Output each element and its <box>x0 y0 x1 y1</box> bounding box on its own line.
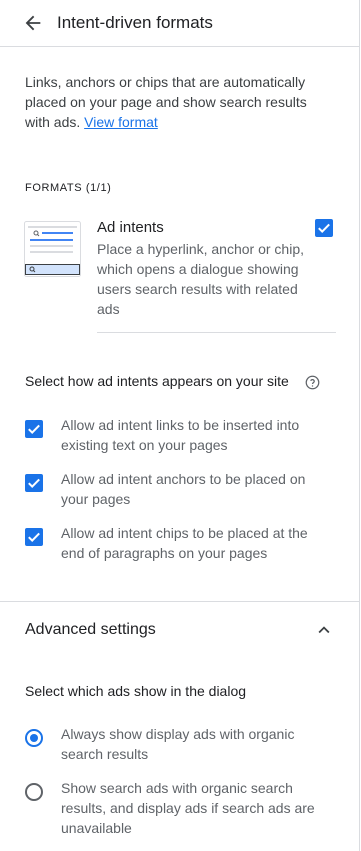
advanced-settings-title: Advanced settings <box>25 621 156 638</box>
checkmark-icon <box>28 532 40 543</box>
allow-anchors-label: Allow ad intent anchors to be placed on … <box>61 471 306 507</box>
checkmark-icon <box>28 478 40 489</box>
settings-panel: Intent-driven formats Links, anchors or … <box>0 0 360 851</box>
ad-intent-preview-icon <box>24 221 81 277</box>
page-title: Intent-driven formats <box>57 13 213 32</box>
allow-chips-checkbox[interactable] <box>25 528 43 546</box>
format-title-ad-intents: Ad intents <box>97 219 164 236</box>
formats-count-label: FORMATS (1/1) <box>25 182 112 194</box>
intro-text: Links, anchors or chips that are automat… <box>25 74 307 130</box>
ads-dialog-heading: Select which ads show in the dialog <box>25 683 247 699</box>
format-description: Place a hyperlink, anchor or chip, which… <box>97 241 304 317</box>
appearance-heading: Select how ad intents appears on your si… <box>25 373 289 389</box>
panel-header: Intent-driven formats <box>0 0 360 47</box>
search-ads-label: Show search ads with organic search resu… <box>61 780 315 836</box>
allow-chips-label: Allow ad intent chips to be placed at th… <box>61 525 308 561</box>
arrow-back-icon[interactable] <box>22 12 44 34</box>
display-ads-label: Always show display ads with organic sea… <box>61 726 295 762</box>
advanced-settings-toggle[interactable]: Advanced settings <box>0 602 360 656</box>
allow-links-checkbox[interactable] <box>25 420 43 438</box>
display-ads-radio[interactable] <box>25 729 43 747</box>
chevron-up-icon <box>318 626 330 634</box>
checkmark-icon <box>318 223 330 234</box>
view-format-link[interactable]: View format <box>84 114 158 130</box>
intro-description: Links, anchors or chips that are automat… <box>25 72 335 132</box>
ad-intents-checkbox[interactable] <box>315 219 333 237</box>
search-ads-radio[interactable] <box>25 783 43 801</box>
format-divider <box>97 332 336 333</box>
help-circle-icon[interactable] <box>305 375 320 390</box>
allow-anchors-checkbox[interactable] <box>25 474 43 492</box>
checkmark-icon <box>28 424 40 435</box>
allow-links-label: Allow ad intent links to be inserted int… <box>61 417 300 453</box>
